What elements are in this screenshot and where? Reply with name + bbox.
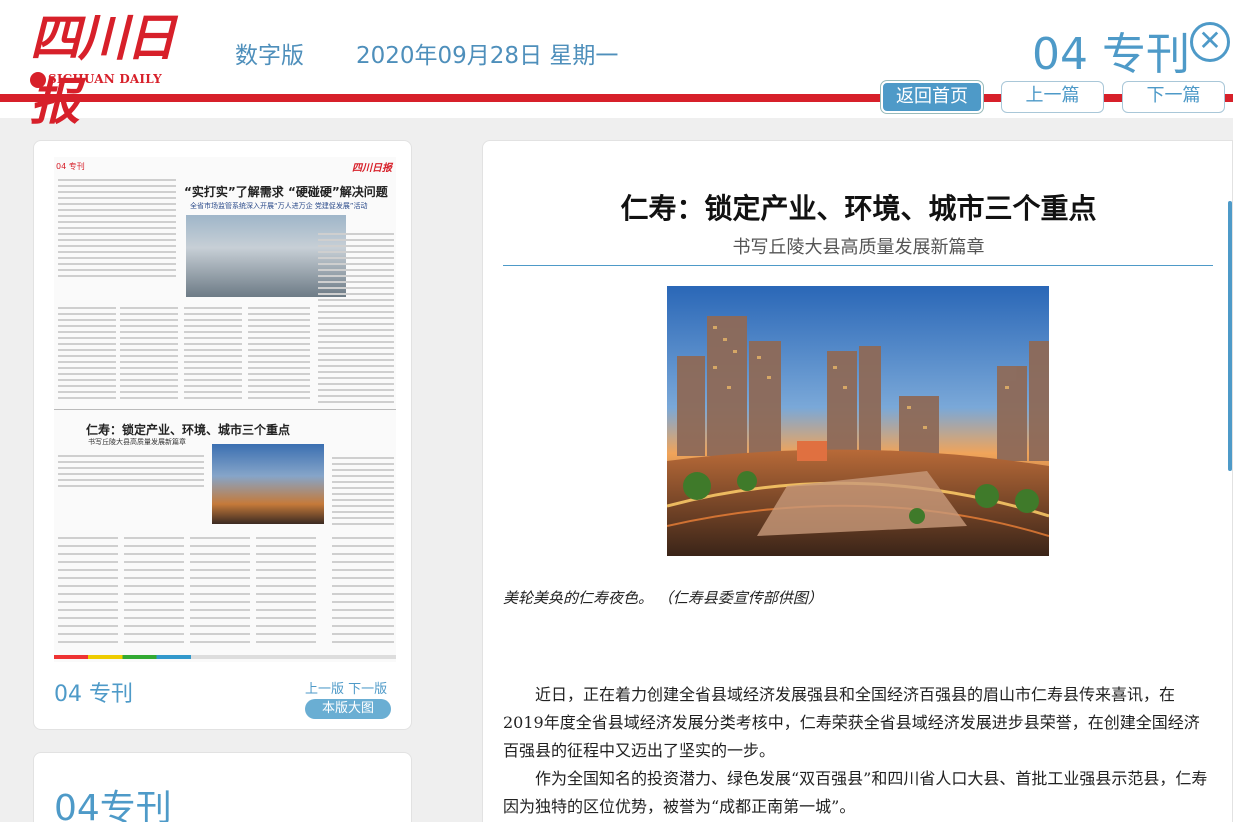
article-title: 仁寿：锁定产业、环境、城市三个重点 — [620, 192, 1097, 225]
logo-emblem-icon — [30, 72, 46, 88]
section-card: 04专刊 — [33, 752, 412, 822]
article-subtitle: 书写丘陵大县高质量发展新篇章 — [732, 237, 985, 258]
section-title[interactable]: 04专刊 — [54, 779, 172, 822]
page-large-view-button[interactable]: 本版大图 — [305, 699, 391, 719]
photo-caption: 美轮美奂的仁寿夜色。 （仁寿县委宣传部供图） — [503, 589, 823, 607]
back-home-button[interactable]: 返回首页 — [881, 81, 983, 113]
edition-label: 数字版 — [235, 43, 304, 69]
header: 四川日报 SICHUAN DAILY 数字版 2020年09月28日 星期一 0… — [0, 0, 1233, 131]
sichuan-daily-logo[interactable]: 四川日报 SICHUAN DAILY — [30, 6, 200, 131]
article-panel: 仁寿：锁定产业、环境、城市三个重点 书写丘陵大县高质量发展新篇章 美轮美奂的仁寿… — [482, 140, 1233, 822]
thumbnail-page-label: 04 专刊 — [54, 682, 133, 707]
next-article-button[interactable]: 下一篇 — [1122, 81, 1225, 113]
prev-next-page-links[interactable]: 上一版 下一版 — [305, 678, 387, 697]
thumbnail-color-bar — [54, 655, 396, 659]
thumbnail-text-columns — [54, 179, 396, 643]
article-paragraph: 作为全国知名的投资潜力、绿色发展“双百强县”和四川省人口大县、首批工业强县示范县… — [503, 769, 1208, 816]
previous-article-button[interactable]: 上一篇 — [1001, 81, 1104, 113]
logo-english: SICHUAN DAILY — [48, 72, 162, 86]
article-paragraph: 近日，正在着力创建全省县域经济发展强县和全国经济百强县的眉山市仁寿县传来喜讯，在… — [503, 685, 1200, 760]
title-divider — [503, 265, 1213, 266]
article-photo-city-night — [667, 286, 1049, 556]
close-icon[interactable]: ✕ — [1190, 22, 1230, 62]
issue-date: 2020年09月28日 星期一 — [356, 43, 619, 69]
page-thumbnail[interactable]: 04 专刊 四川日报 “实打实”了解需求 “硬碰硬”解决问题 全省市场监管系统深… — [54, 157, 396, 662]
page-title: 04 专刊 — [1032, 29, 1190, 80]
logo-chinese: 四川日报 — [30, 8, 176, 131]
page-thumbnail-card: 04 专刊 四川日报 “实打实”了解需求 “硬碰硬”解决问题 全省市场监管系统深… — [33, 140, 412, 730]
